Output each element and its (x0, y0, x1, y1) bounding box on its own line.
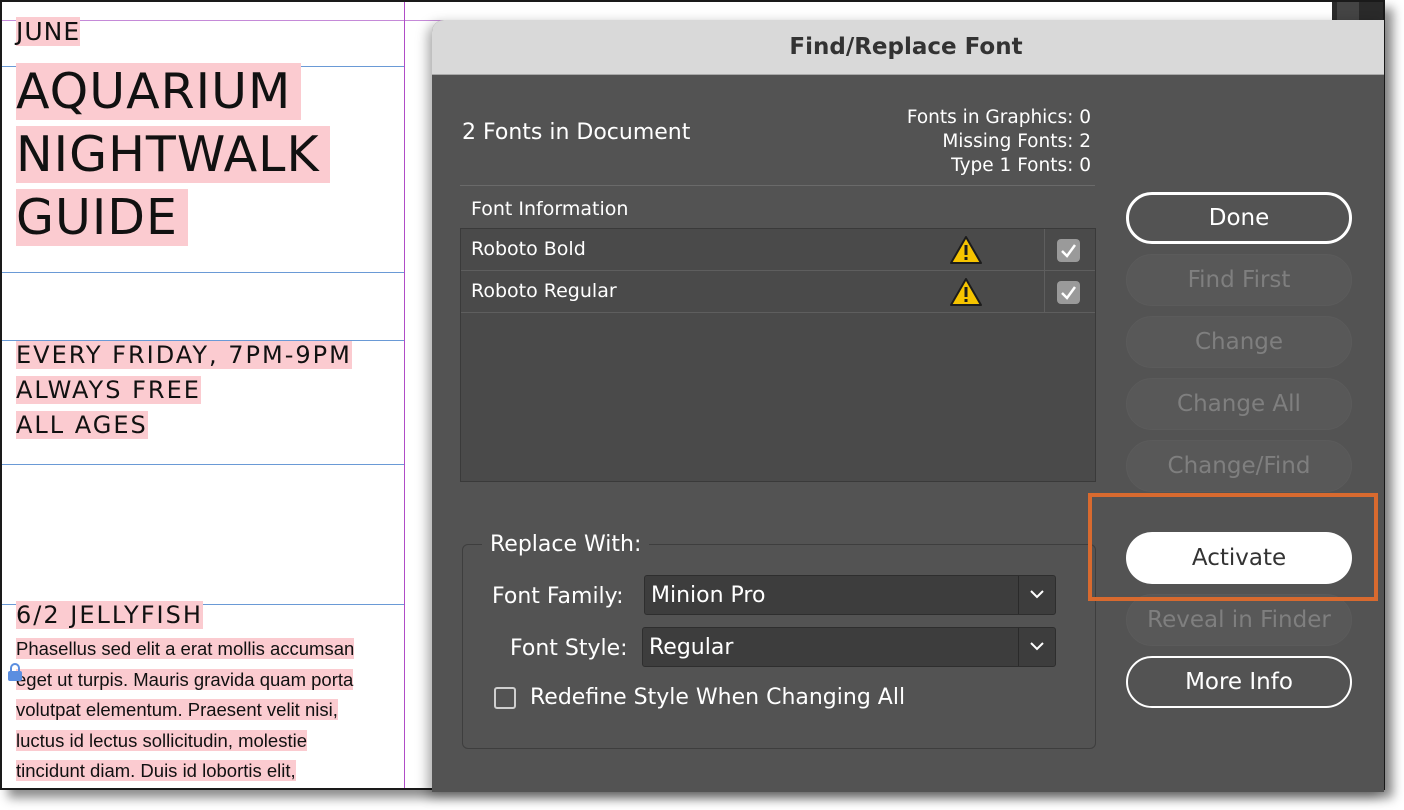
font-list[interactable]: Roboto Bold Roboto Regular (460, 228, 1096, 482)
body-paragraph[interactable]: Phasellus sed elit a erat mollis accumsa… (16, 634, 388, 787)
guide-title[interactable]: AQUARIUM NIGHTWALK GUIDE (16, 60, 330, 249)
find-replace-font-dialog: Find/Replace Font 2 Fonts in Document Fo… (432, 20, 1384, 792)
missing-fonts-stat: Missing Fonts: 2 (942, 131, 1091, 152)
font-row-checkbox[interactable] (1057, 281, 1080, 304)
column-separator (1044, 271, 1045, 313)
event-heading-text: 6/2 JELLYFISH (16, 601, 203, 629)
info-line: ALL AGES (16, 411, 148, 439)
chevron-down-icon[interactable] (1018, 576, 1055, 614)
font-stats: Fonts in Graphics: 0 Missing Fonts: 2 Ty… (907, 106, 1091, 178)
warning-triangle-icon (949, 277, 983, 307)
reveal-in-finder-button[interactable]: Reveal in Finder (1126, 594, 1352, 646)
fonts-in-graphics-stat: Fonts in Graphics: 0 (906, 107, 1091, 128)
change-button[interactable]: Change (1126, 316, 1352, 368)
title-line: NIGHTWALK (16, 126, 330, 183)
font-name: Roboto Regular (471, 280, 617, 302)
title-line: GUIDE (16, 189, 188, 246)
change-all-button[interactable]: Change All (1126, 378, 1352, 430)
type1-fonts-stat: Type 1 Fonts: 0 (951, 155, 1091, 176)
font-list-row[interactable]: Roboto Regular (461, 271, 1095, 313)
redefine-style-label: Redefine Style When Changing All (530, 685, 906, 710)
replace-with-legend: Replace With: (482, 532, 650, 557)
font-style-value: Regular (649, 635, 734, 660)
font-family-value: Minion Pro (651, 583, 766, 608)
dialog-title: Find/Replace Font (789, 34, 1023, 60)
activate-button[interactable]: Activate (1126, 532, 1352, 584)
info-line: EVERY FRIDAY, 7PM-9PM (16, 341, 352, 369)
list-separator (460, 185, 1095, 186)
body-line: Phasellus sed elit a erat mollis accumsa… (16, 638, 355, 659)
info-line: ALWAYS FREE (16, 376, 201, 404)
lock-icon[interactable] (6, 662, 24, 682)
redefine-style-checkbox[interactable] (494, 687, 516, 709)
month-text: JUNE (16, 17, 81, 46)
chevron-down-icon[interactable] (1018, 628, 1055, 666)
change-find-button[interactable]: Change/Find (1126, 440, 1352, 492)
done-button[interactable]: Done (1126, 192, 1352, 244)
font-list-row[interactable]: Roboto Bold (461, 229, 1095, 271)
baseline-guide (2, 272, 404, 273)
font-style-label: Font Style: (510, 636, 628, 661)
body-line: luctus id lectus sollicitudin, molestie (16, 729, 307, 751)
month-heading[interactable]: JUNE (16, 16, 81, 48)
fonts-in-document-label: 2 Fonts in Document (462, 120, 691, 145)
title-line: AQUARIUM (16, 63, 302, 120)
body-line: tincidunt diam. Duis id lobortis elit, (16, 760, 296, 781)
baseline-guide (2, 464, 404, 465)
column-margin-guide (404, 2, 405, 788)
body-line: eget ut turpis. Mauris gravida quam port… (16, 668, 354, 690)
event-heading[interactable]: 6/2 JELLYFISH (16, 600, 203, 630)
more-info-button[interactable]: More Info (1126, 656, 1352, 708)
font-name: Roboto Bold (471, 238, 586, 260)
font-information-header: Font Information (471, 198, 629, 220)
dialog-titlebar[interactable]: Find/Replace Font (432, 20, 1384, 75)
font-row-checkbox[interactable] (1057, 239, 1080, 262)
column-separator (1044, 229, 1045, 271)
body-line: volutpat elementum. Praesent velit nisi, (16, 699, 338, 720)
font-style-select[interactable]: Regular (642, 627, 1056, 667)
event-info[interactable]: EVERY FRIDAY, 7PM-9PM ALWAYS FREE ALL AG… (16, 338, 352, 443)
font-family-select[interactable]: Minion Pro (644, 575, 1056, 615)
font-family-label: Font Family: (492, 584, 624, 609)
find-first-button[interactable]: Find First (1126, 254, 1352, 306)
warning-triangle-icon (949, 235, 983, 265)
